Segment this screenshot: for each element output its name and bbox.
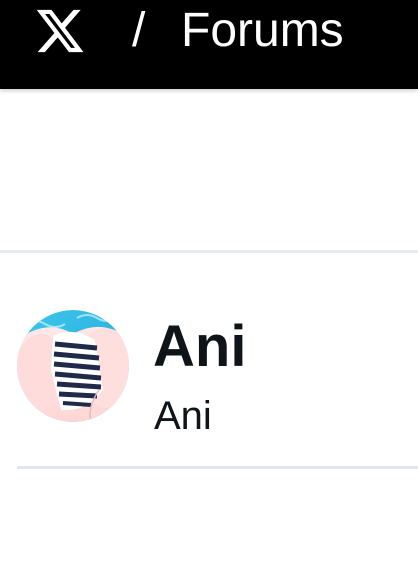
user-avatar-image[interactable]: [17, 310, 129, 422]
forums-title-link[interactable]: Forums: [181, 0, 344, 62]
x-logo-link[interactable]: [31, 5, 89, 57]
profile-card[interactable]: Ani Ani: [17, 300, 418, 440]
profile-display-name[interactable]: Ani: [153, 314, 246, 380]
forum-page: / Forums Ani Ani: [0, 0, 418, 575]
top-navigation-bar: / Forums: [0, 0, 418, 89]
section-divider: [0, 250, 418, 253]
x-logo-icon: [36, 9, 84, 53]
breadcrumb-separator: /: [132, 4, 146, 57]
profile-divider: [17, 466, 418, 469]
profile-handle: Ani: [154, 394, 212, 438]
